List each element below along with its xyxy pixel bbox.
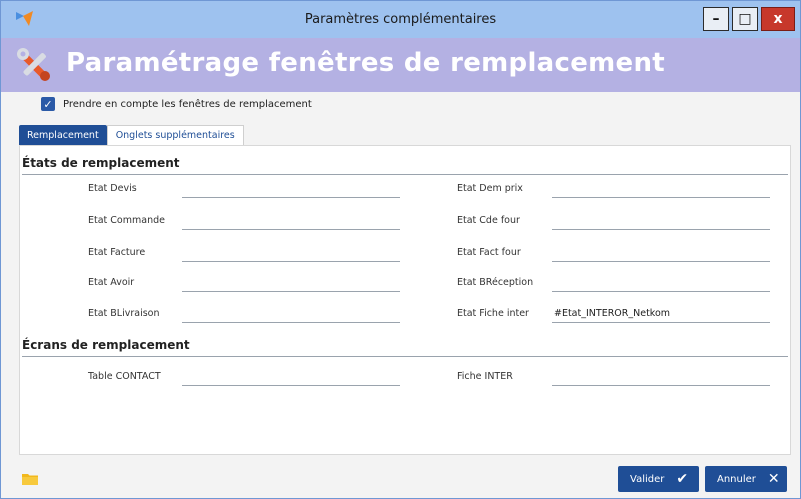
field-label: Table CONTACT (88, 371, 161, 382)
etat-cde-four-input[interactable] (552, 214, 770, 230)
replacement-windows-option[interactable]: ✓ Prendre en compte les fenêtres de remp… (41, 96, 312, 112)
window-title: Paramètres complémentaires (304, 12, 497, 27)
cancel-button[interactable]: Annuler ✕ (705, 466, 787, 492)
checkbox-label: Prendre en compte les fenêtres de rempla… (63, 98, 312, 110)
field-label: Etat Facture (88, 247, 146, 258)
etat-commande-input[interactable] (182, 214, 400, 230)
tools-icon (17, 48, 50, 81)
check-icon: ✔ (676, 471, 689, 487)
validate-button[interactable]: Valider ✔ (618, 466, 699, 492)
field-label: Etat Avoir (88, 277, 135, 288)
field-label: Etat Commande (88, 215, 165, 226)
tab-remplacement[interactable]: Remplacement (19, 125, 107, 145)
field-label: Etat BRéception (457, 277, 534, 288)
header-banner: Paramétrage fenêtres de remplacement (1, 38, 800, 92)
minimize-button[interactable]: – (703, 7, 729, 31)
etat-fiche-inter-input[interactable]: #Etat_INTEROR_Netkom (552, 307, 770, 323)
folder-icon[interactable] (22, 473, 38, 485)
title-bar[interactable]: Paramètres complémentaires – □ x (1, 1, 800, 38)
tab-onglets-supplementaires[interactable]: Onglets supplémentaires (106, 125, 244, 145)
checkbox-checked-icon[interactable]: ✓ (41, 97, 55, 111)
table-contact-input[interactable] (182, 370, 400, 386)
fiche-inter-input[interactable] (552, 370, 770, 386)
close-x-icon: ✕ (767, 471, 780, 487)
field-label: Etat Dem prix (457, 183, 523, 194)
etat-facture-input[interactable] (182, 246, 400, 262)
field-label: Etat Fiche inter (457, 308, 529, 319)
close-button[interactable]: x (761, 7, 795, 31)
etat-fact-four-input[interactable] (552, 246, 770, 262)
etat-avoir-input[interactable] (182, 276, 400, 292)
maximize-button[interactable]: □ (732, 7, 758, 31)
field-label: Etat Cde four (457, 215, 520, 226)
field-label: Etat Devis (88, 183, 137, 194)
field-label: Fiche INTER (457, 371, 513, 382)
section-title-etats: États de remplacement (22, 156, 788, 175)
tab-panel: États de remplacement Etat Devis Etat Co… (19, 145, 791, 455)
field-label: Etat Fact four (457, 247, 521, 258)
etat-dem-prix-input[interactable] (552, 182, 770, 198)
validate-label: Valider (630, 473, 665, 485)
section-title-ecrans: Écrans de remplacement (22, 338, 788, 357)
field-label: Etat BLivraison (88, 308, 160, 319)
tab-strip: Remplacement Onglets supplémentaires (19, 125, 244, 145)
dialog-window: Paramètres complémentaires – □ x Paramét… (0, 0, 801, 499)
etat-devis-input[interactable] (182, 182, 400, 198)
banner-title: Paramétrage fenêtres de remplacement (66, 48, 666, 78)
etat-breception-input[interactable] (552, 276, 770, 292)
cancel-label: Annuler (717, 473, 756, 485)
etat-blivraison-input[interactable] (182, 307, 400, 323)
